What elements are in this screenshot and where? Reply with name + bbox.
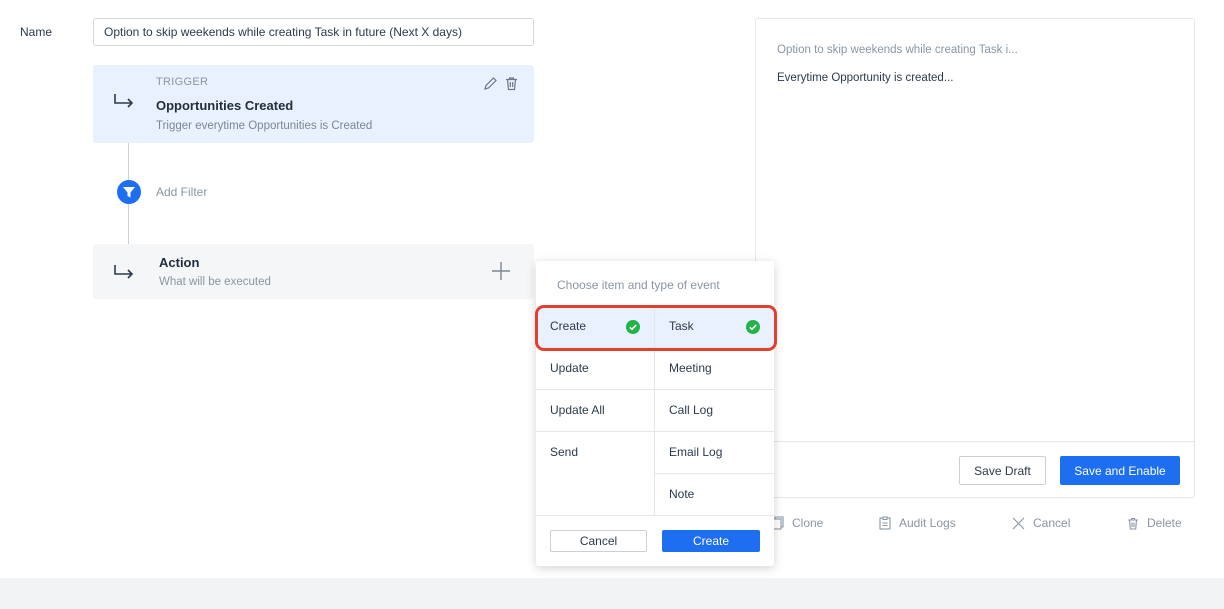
event-type-update[interactable]: Update: [536, 348, 654, 390]
check-circle-icon: [746, 320, 760, 334]
divider: [536, 515, 774, 516]
page-bottom-strip: [0, 578, 1224, 609]
item-note[interactable]: Note: [655, 474, 774, 516]
item-label: Meeting: [669, 361, 712, 375]
action-subtitle: What will be executed: [159, 276, 271, 288]
delete-button[interactable]: Delete: [1127, 516, 1182, 530]
event-picker-popover: Choose item and type of event Create Upd…: [536, 261, 774, 566]
audit-logs-button[interactable]: Audit Logs: [879, 516, 956, 530]
plus-icon[interactable]: [491, 261, 511, 281]
popover-create-button[interactable]: Create: [662, 530, 760, 552]
pencil-icon[interactable]: [483, 76, 498, 91]
action-card[interactable]: Action What will be executed: [93, 244, 534, 299]
flow-connector-top: [128, 143, 129, 180]
item-label: Call Log: [669, 403, 714, 417]
trash-icon[interactable]: [504, 76, 519, 91]
item-task[interactable]: Task: [655, 306, 774, 348]
trigger-kicker: TRIGGER: [156, 76, 209, 88]
event-picker-header: Choose item and type of event: [557, 278, 720, 292]
cancel-button[interactable]: Cancel: [1012, 516, 1070, 530]
return-arrow-icon: [114, 94, 134, 108]
check-circle-icon: [626, 320, 640, 334]
save-draft-button[interactable]: Save Draft: [959, 456, 1046, 485]
divider: [756, 441, 1194, 442]
preview-panel: Option to skip weekends while creating T…: [755, 18, 1195, 498]
item-call-log[interactable]: Call Log: [655, 390, 774, 432]
action-title: Action: [159, 255, 200, 270]
filter-icon[interactable]: [117, 180, 141, 204]
delete-label: Delete: [1147, 516, 1182, 530]
event-type-update-all[interactable]: Update All: [536, 390, 654, 432]
cancel-label: Cancel: [1033, 516, 1071, 530]
preview-description: Everytime Opportunity is created...: [777, 72, 954, 84]
popover-cancel-button[interactable]: Cancel: [550, 530, 647, 552]
clone-button[interactable]: Clone: [772, 516, 823, 530]
event-type-label: Update: [550, 361, 589, 375]
flow-connector-bottom: [128, 204, 129, 244]
name-input[interactable]: [93, 18, 534, 46]
item-email-log[interactable]: Email Log: [655, 432, 774, 474]
item-meeting[interactable]: Meeting: [655, 348, 774, 390]
trash-icon: [1128, 517, 1138, 530]
event-type-create[interactable]: Create: [536, 306, 654, 348]
preview-title: Option to skip weekends while creating T…: [777, 44, 1018, 56]
trigger-title: Opportunities Created: [156, 98, 294, 113]
item-label: Email Log: [669, 445, 723, 459]
item-label: Note: [669, 487, 695, 501]
return-arrow-icon: [114, 265, 134, 279]
item-label: Task: [669, 319, 694, 333]
event-type-label: Create: [550, 319, 587, 333]
save-and-enable-button[interactable]: Save and Enable: [1060, 456, 1180, 485]
trigger-subtitle: Trigger everytime Opportunities is Creat…: [156, 120, 373, 132]
name-label: Name: [20, 25, 53, 39]
close-icon: [1012, 517, 1025, 529]
event-type-label: Send: [550, 445, 579, 459]
add-filter-link[interactable]: Add Filter: [156, 185, 207, 199]
event-type-send[interactable]: Send: [536, 432, 654, 474]
clipboard-icon: [879, 516, 891, 530]
clone-label: Clone: [792, 516, 824, 530]
event-type-label: Update All: [550, 403, 605, 417]
audit-logs-label: Audit Logs: [899, 516, 956, 530]
trigger-card[interactable]: TRIGGER Opportunities Created Trigger ev…: [93, 65, 534, 143]
